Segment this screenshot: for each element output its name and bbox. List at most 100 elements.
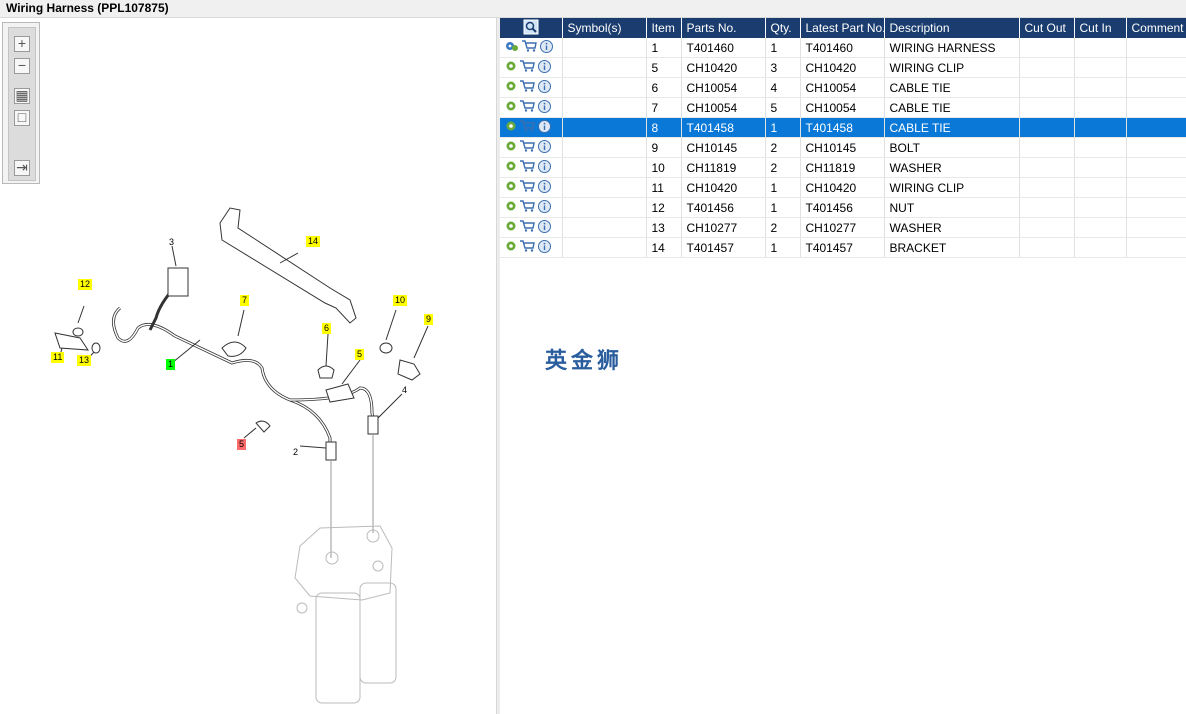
reset-view-icon[interactable]: □ bbox=[14, 110, 30, 126]
cell-cut-in bbox=[1074, 237, 1127, 258]
gear-icon[interactable] bbox=[505, 100, 517, 115]
column-header-cut-in[interactable]: Cut In bbox=[1074, 18, 1127, 38]
cell-parts-no: CH10277 bbox=[681, 217, 766, 238]
cell-cut-in bbox=[1074, 38, 1127, 58]
column-header-item[interactable]: Item bbox=[646, 18, 682, 38]
row-actions bbox=[500, 157, 563, 178]
cell-parts-no: CH10054 bbox=[681, 97, 766, 118]
column-header-parts-no[interactable]: Parts No. bbox=[681, 18, 766, 38]
cart-icon[interactable] bbox=[520, 180, 535, 195]
row-actions bbox=[500, 177, 563, 198]
callout-5-clip[interactable]: 5 bbox=[237, 439, 247, 450]
table-row[interactable]: 11 CH10420 1 CH10420 WIRING CLIP bbox=[500, 177, 1186, 198]
cell-latest-part-no: T401460 bbox=[800, 38, 885, 58]
table-row[interactable]: 13 CH10277 2 CH10277 WASHER bbox=[500, 217, 1186, 238]
callout-12[interactable]: 12 bbox=[78, 279, 93, 290]
cart-icon[interactable] bbox=[520, 60, 535, 75]
cell-item: 9 bbox=[646, 137, 682, 158]
column-header-symbols[interactable]: Symbol(s) bbox=[562, 18, 647, 38]
cell-qty: 1 bbox=[765, 117, 801, 138]
callout-13[interactable]: 13 bbox=[77, 355, 92, 366]
callout-9[interactable]: 9 bbox=[424, 314, 434, 325]
table-row[interactable]: 12 T401456 1 T401456 NUT bbox=[500, 197, 1186, 218]
column-header-comment[interactable]: Comment bbox=[1126, 18, 1186, 38]
gear-icon[interactable] bbox=[505, 180, 517, 195]
callout-2[interactable]: 2 bbox=[291, 447, 300, 458]
cell-comment bbox=[1126, 237, 1186, 258]
callout-5[interactable]: 5 bbox=[355, 349, 365, 360]
cart-icon[interactable] bbox=[520, 240, 535, 255]
row-actions bbox=[500, 237, 563, 258]
cell-qty: 1 bbox=[765, 237, 801, 258]
diagram-pane[interactable]: + − ▦ □ ⇥ 3 14 12 7 10 9 11 13 1 6 5 4 5… bbox=[0, 18, 496, 714]
cell-latest-part-no: CH10420 bbox=[800, 57, 885, 78]
column-header-qty[interactable]: Qty. bbox=[765, 18, 801, 38]
info-icon[interactable] bbox=[538, 139, 551, 156]
callout-14[interactable]: 14 bbox=[306, 236, 321, 247]
cell-description: BOLT bbox=[884, 137, 1020, 158]
gear-icon[interactable] bbox=[505, 140, 517, 155]
fit-all-icon[interactable]: ▦ bbox=[14, 88, 30, 104]
cart-icon[interactable] bbox=[520, 120, 535, 135]
cell-description: BRACKET bbox=[884, 237, 1020, 258]
table-row[interactable]: 8 T401458 1 T401458 CABLE TIE bbox=[500, 117, 1186, 138]
table-row[interactable]: 6 CH10054 4 CH10054 CABLE TIE bbox=[500, 77, 1186, 98]
cell-symbols bbox=[562, 137, 647, 158]
cell-item: 11 bbox=[646, 177, 682, 198]
table-row[interactable]: 1 T401460 1 T401460 WIRING HARNESS bbox=[500, 38, 1186, 58]
cell-latest-part-no: CH10420 bbox=[800, 177, 885, 198]
info-icon[interactable] bbox=[538, 239, 551, 256]
assembly-gear-icon[interactable] bbox=[505, 40, 519, 55]
cart-icon[interactable] bbox=[520, 100, 535, 115]
cell-latest-part-no: CH10145 bbox=[800, 137, 885, 158]
callout-4[interactable]: 4 bbox=[400, 385, 409, 396]
gear-icon[interactable] bbox=[505, 120, 517, 135]
cart-icon[interactable] bbox=[520, 200, 535, 215]
cart-icon[interactable] bbox=[520, 80, 535, 95]
info-icon[interactable] bbox=[538, 199, 551, 216]
zoom-in-icon[interactable]: + bbox=[14, 36, 30, 52]
info-icon[interactable] bbox=[538, 219, 551, 236]
callout-11[interactable]: 11 bbox=[51, 352, 65, 363]
table-row[interactable]: 9 CH10145 2 CH10145 BOLT bbox=[500, 137, 1186, 158]
callout-3[interactable]: 3 bbox=[167, 237, 176, 248]
column-header-latest-part-no[interactable]: Latest Part No. bbox=[800, 18, 885, 38]
info-icon[interactable] bbox=[538, 159, 551, 176]
export-icon[interactable]: ⇥ bbox=[14, 160, 30, 176]
row-actions bbox=[500, 97, 563, 118]
row-actions bbox=[500, 137, 563, 158]
zoom-out-icon[interactable]: − bbox=[14, 58, 30, 74]
column-header-description[interactable]: Description bbox=[884, 18, 1020, 38]
table-row[interactable]: 14 T401457 1 T401457 BRACKET bbox=[500, 237, 1186, 258]
info-icon[interactable] bbox=[538, 119, 551, 136]
gear-icon[interactable] bbox=[505, 200, 517, 215]
gear-icon[interactable] bbox=[505, 60, 517, 75]
table-row[interactable]: 5 CH10420 3 CH10420 WIRING CLIP bbox=[500, 57, 1186, 78]
gear-icon[interactable] bbox=[505, 80, 517, 95]
cell-symbols bbox=[562, 117, 647, 138]
cell-parts-no: T401456 bbox=[681, 197, 766, 218]
table-row[interactable]: 7 CH10054 5 CH10054 CABLE TIE bbox=[500, 97, 1186, 118]
gear-icon[interactable] bbox=[505, 160, 517, 175]
cart-icon[interactable] bbox=[520, 220, 535, 235]
callout-10[interactable]: 10 bbox=[393, 295, 408, 306]
column-search-icon[interactable] bbox=[500, 18, 563, 38]
cart-icon[interactable] bbox=[520, 160, 535, 175]
callout-1[interactable]: 1 bbox=[166, 359, 176, 370]
cell-description: WASHER bbox=[884, 217, 1020, 238]
gear-icon[interactable] bbox=[505, 220, 517, 235]
cart-icon[interactable] bbox=[520, 140, 535, 155]
column-header-cut-out[interactable]: Cut Out bbox=[1019, 18, 1075, 38]
info-icon[interactable] bbox=[538, 59, 551, 76]
cart-icon[interactable] bbox=[522, 40, 537, 55]
info-icon[interactable] bbox=[538, 79, 551, 96]
callout-6[interactable]: 6 bbox=[322, 323, 332, 334]
cell-qty: 1 bbox=[765, 197, 801, 218]
table-row[interactable]: 10 CH11819 2 CH11819 WASHER bbox=[500, 157, 1186, 178]
callout-7[interactable]: 7 bbox=[240, 295, 250, 306]
info-icon[interactable] bbox=[538, 179, 551, 196]
cell-symbols bbox=[562, 97, 647, 118]
gear-icon[interactable] bbox=[505, 240, 517, 255]
info-icon[interactable] bbox=[540, 39, 553, 56]
info-icon[interactable] bbox=[538, 99, 551, 116]
